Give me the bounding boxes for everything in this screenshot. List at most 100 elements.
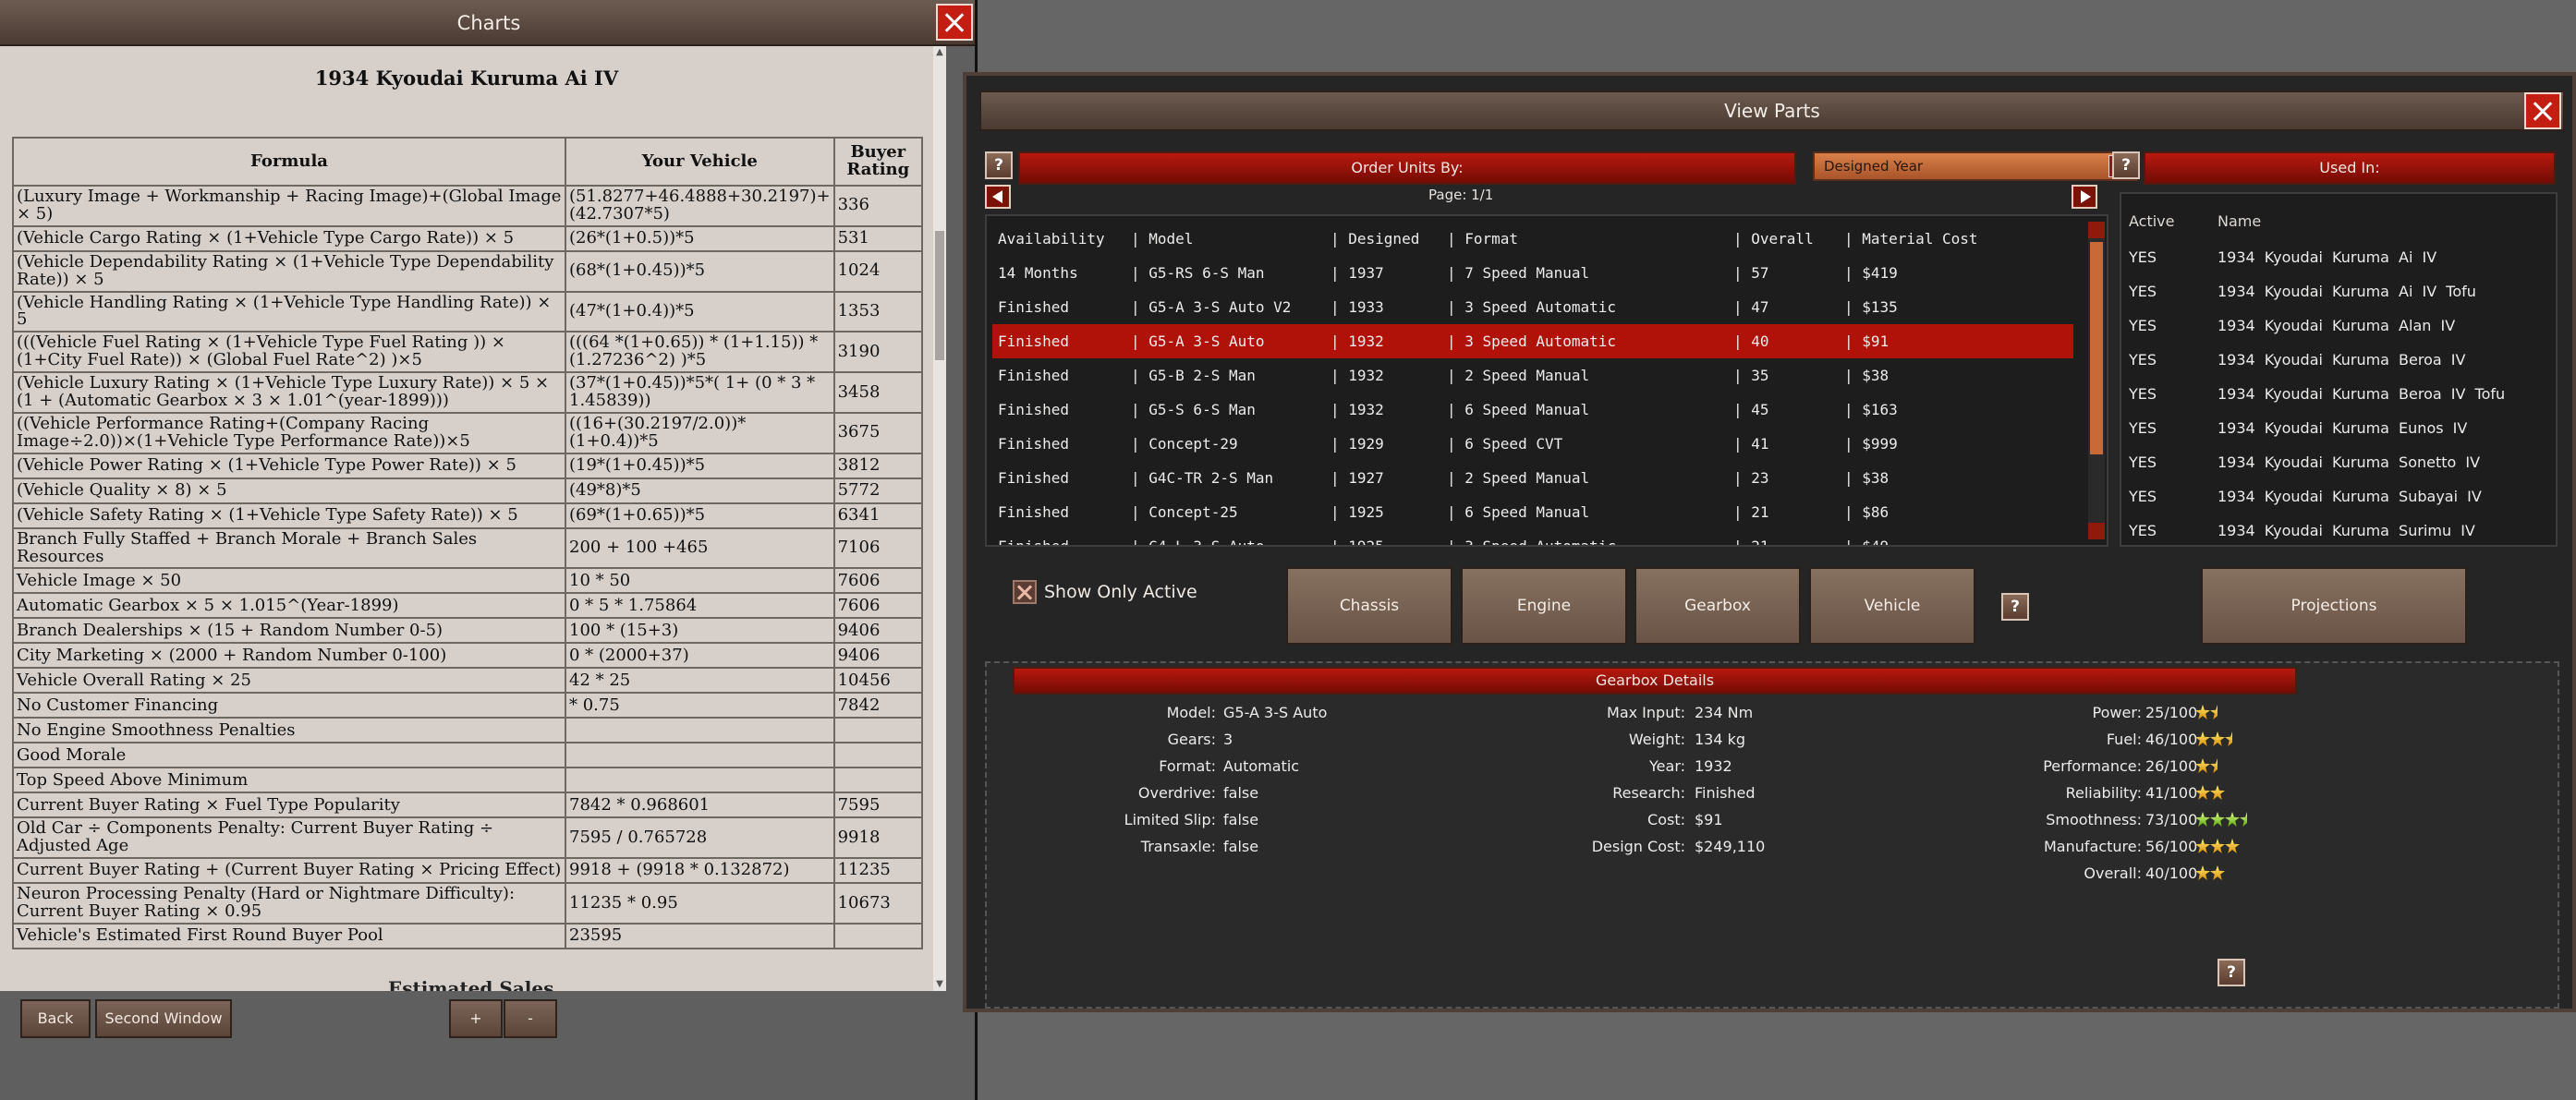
used-in-name: 1934 Kyoudai Kuruma Subayai IV [2218, 488, 2482, 505]
unit-row[interactable]: Finished | G4C-TR 2-S Man | 1927 | 2 Speed … [992, 461, 2073, 495]
prev-page-icon[interactable] [985, 185, 1011, 209]
formula-cell: Good Morale [12, 742, 566, 769]
your-vehicle-cell: 23595 [565, 923, 835, 950]
projections-button[interactable]: Projections [2201, 567, 2467, 645]
unit-row[interactable]: Finished | Concept-25 | 1925 | 6 Speed Manu… [992, 495, 2073, 529]
unit-row[interactable]: Finished | G5-A 3-S Auto | 1932 | 3 Speed A… [992, 324, 2073, 358]
detail-label: Transaxle: [1140, 838, 1216, 855]
unit-row[interactable]: Finished | G5-A 3-S Auto V2 | 1933 | 3 Spee… [992, 290, 2073, 324]
used-in-help-icon[interactable]: ? [2112, 151, 2140, 179]
rating-star-icon [2195, 705, 2210, 719]
sort-order-dropdown[interactable]: Designed Year [1813, 151, 2138, 181]
buyer-rating-cell: 7842 [832, 692, 924, 719]
scroll-up-icon[interactable]: ▲ [935, 48, 944, 57]
gearbox-details-panel: Gearbox Details Model: G5-A 3-S Auto Gears… [985, 661, 2559, 1009]
charts-scrollbar[interactable]: ▲ ▼ [933, 46, 946, 991]
unit-row[interactable]: Finished | G5-S 6-S Man | 1932 | 6 Speed Ma… [992, 393, 2073, 427]
table-row: Branch Fully Staffed + Branch Morale + B… [12, 526, 924, 570]
table-row: (Luxury Image + Workmanship + Racing Ima… [12, 185, 924, 227]
formula-cell: (Vehicle Handling Rating × (1+Vehicle Ty… [12, 290, 566, 333]
used-in-row[interactable]: YES 1934 Kyoudai Kuruma Beroa IV [2129, 343, 2554, 377]
used-in-row[interactable]: YES 1934 Kyoudai Kuruma Ai IV Tofu [2129, 274, 2554, 308]
units-scrollbar[interactable] [2088, 222, 2105, 539]
used-in-row[interactable]: YES 1934 Kyoudai Kuruma Sonetto IV [2129, 445, 2554, 479]
table-row: Good Morale [12, 742, 924, 769]
rating-star-icon [2195, 785, 2210, 800]
detail-value: Automatic [1223, 757, 1300, 775]
scroll-thumb[interactable] [2090, 242, 2103, 454]
formula-cell: Vehicle Overall Rating × 25 [12, 667, 566, 695]
unit-cell: Finished [998, 367, 1070, 384]
buyer-rating-cell: 1353 [832, 290, 924, 333]
used-in-row[interactable]: YES 1934 Kyoudai Kuruma Subayai IV [2129, 479, 2554, 514]
unit-cell: | 47 [1733, 298, 1769, 316]
unit-cell: | 1927 [1331, 469, 1384, 487]
used-in-name: 1934 Kyoudai Kuruma Beroa IV Tofu [2218, 385, 2506, 403]
zoom-out-button[interactable]: - [504, 999, 557, 1038]
charts-close-icon[interactable] [936, 4, 973, 41]
used-in-row[interactable]: YES 1934 Kyoudai Kuruma Surimu IV [2129, 514, 2554, 545]
detail-value: G5-A 3-S Auto [1223, 704, 1328, 721]
engine-button[interactable]: Engine [1461, 567, 1627, 645]
zoom-in-button[interactable]: + [449, 999, 503, 1038]
used-in-name: 1934 Kyoudai Kuruma Beroa IV [2218, 351, 2466, 369]
unit-cell: | 1933 [1331, 298, 1384, 316]
table-row: (Vehicle Power Rating × (1+Vehicle Type … [12, 452, 924, 479]
rating-star-icon [2195, 839, 2210, 853]
chassis-button[interactable]: Chassis [1286, 567, 1452, 645]
order-help-icon[interactable]: ? [985, 151, 1013, 179]
formula-cell: ((Vehicle Performance Rating+(Company Ra… [12, 411, 566, 454]
used-in-row[interactable]: YES 1934 Kyoudai Kuruma Ai IV [2129, 240, 2554, 274]
rating-star-icon [2210, 785, 2225, 800]
used-in-row[interactable]: YES 1934 Kyoudai Kuruma Alan IV [2129, 308, 2554, 343]
second-window-button[interactable]: Second Window [95, 999, 232, 1038]
rating-star-icon [2210, 839, 2225, 853]
unit-row[interactable]: Finished | G4-L 3-S Auto | 1925 | 3 Speed A… [992, 529, 2073, 547]
back-button[interactable]: Back [20, 999, 91, 1038]
details-help-icon[interactable]: ? [2218, 959, 2245, 986]
your-vehicle-header: Your Vehicle [565, 137, 835, 187]
unit-cell: | 35 [1733, 367, 1769, 384]
rating-star-icon [2210, 812, 2225, 827]
units-column-header: | Model [1131, 230, 1194, 248]
scroll-down-icon[interactable]: ▼ [935, 980, 944, 989]
scroll-up-icon[interactable] [2088, 222, 2105, 238]
table-row: (((Vehicle Fuel Rating × (1+Vehicle Type… [12, 331, 924, 374]
table-row: Branch Dealerships × (15 + Random Number… [12, 617, 924, 645]
show-only-active-checkbox[interactable] [1013, 580, 1037, 604]
categories-help-icon[interactable]: ? [2001, 593, 2029, 621]
rating-value: 56/100 [2145, 838, 2198, 855]
vehicle-button[interactable]: Vehicle [1809, 567, 1975, 645]
used-in-name: 1934 Kyoudai Kuruma Eunos IV [2218, 419, 2468, 437]
your-vehicle-cell: 100 * (15+3) [565, 617, 835, 645]
unit-row[interactable]: Finished | Concept-29 | 1929 | 6 Speed CVT |… [992, 427, 2073, 461]
unit-cell: | 21 [1733, 503, 1769, 521]
unit-cell: | G4-L 3-S Auto [1131, 538, 1265, 547]
buyer-rating-cell: 9918 [832, 816, 924, 860]
sort-order-value: Designed Year [1824, 158, 1924, 175]
detail-label: Research: [1612, 784, 1685, 802]
unit-cell: | $38 [1844, 367, 1889, 384]
your-vehicle-cell: ((16+(30.2197/2.0))*(1+0.4))*5 [565, 411, 835, 454]
view-parts-close-icon[interactable] [2524, 92, 2561, 129]
detail-value: false [1223, 811, 1259, 828]
scroll-down-icon[interactable] [2088, 523, 2105, 539]
gearbox-button[interactable]: Gearbox [1634, 567, 1801, 645]
scroll-thumb[interactable] [935, 231, 944, 360]
table-row: Vehicle's Estimated First Round Buyer Po… [12, 923, 924, 950]
formula-cell: Vehicle Image × 50 [12, 567, 566, 595]
unit-cell: | 41 [1733, 435, 1769, 453]
your-vehicle-cell: 7842 * 0.968601 [565, 792, 835, 819]
unit-cell: Finished [998, 332, 1070, 350]
unit-cell: | 1937 [1331, 264, 1384, 282]
used-in-row[interactable]: YES 1934 Kyoudai Kuruma Beroa IV Tofu [2129, 377, 2554, 411]
unit-row[interactable]: Finished | G5-B 2-S Man | 1932 | 2 Speed Ma… [992, 358, 2073, 393]
rating-value: 46/100 [2145, 731, 2198, 748]
unit-cell: | G5-A 3-S Auto [1131, 332, 1265, 350]
used-in-row[interactable]: YES 1934 Kyoudai Kuruma Eunos IV [2129, 411, 2554, 445]
next-page-icon[interactable] [2072, 185, 2097, 209]
detail-value: $91 [1695, 811, 1723, 828]
show-only-active-label: Show Only Active [1044, 582, 1197, 602]
unit-row[interactable]: 14 Months | G5-RS 6-S Man | 1937 | 7 Speed … [992, 256, 2073, 290]
formula-cell: Vehicle's Estimated First Round Buyer Po… [12, 923, 566, 950]
